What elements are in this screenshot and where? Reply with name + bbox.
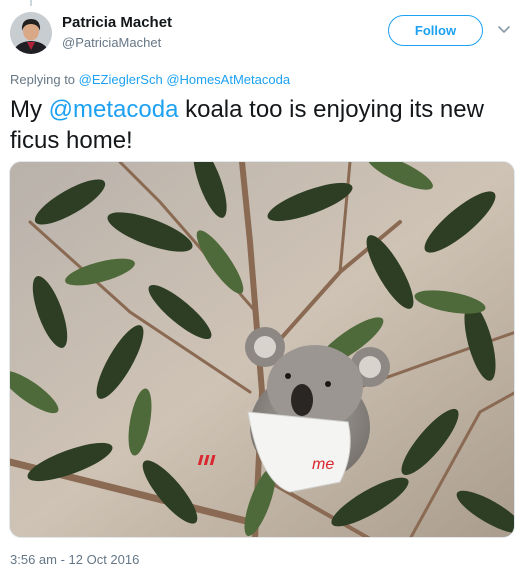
tweet-text: My @metacoda koala too is enjoying its n… [10,94,515,156]
thread-connector-line [30,0,32,6]
avatar[interactable] [10,12,52,54]
follow-button[interactable]: Follow [388,15,483,46]
reply-mention-link[interactable]: @HomesAtMetacoda [166,72,290,87]
tweet-text-start: My [10,96,49,123]
mention-link[interactable]: @metacoda [49,96,179,123]
user-display-name[interactable]: Patricia Machet [62,14,172,31]
chevron-down-icon[interactable] [494,20,514,40]
cup-logo-text: me [312,456,334,473]
tweet-timestamp[interactable]: 3:56 am - 12 Oct 2016 [10,552,139,567]
user-handle[interactable]: @PatriciaMachet [62,35,161,50]
replying-to: Replying to @EZieglerSch @HomesAtMetacod… [10,72,290,87]
tweet-header: Patricia Machet @PatriciaMachet Follow [10,12,519,56]
reply-mention-link[interactable]: @EZieglerSch [79,72,163,87]
replying-to-label: Replying to [10,72,76,87]
tweet-photo[interactable]: me [9,161,515,538]
